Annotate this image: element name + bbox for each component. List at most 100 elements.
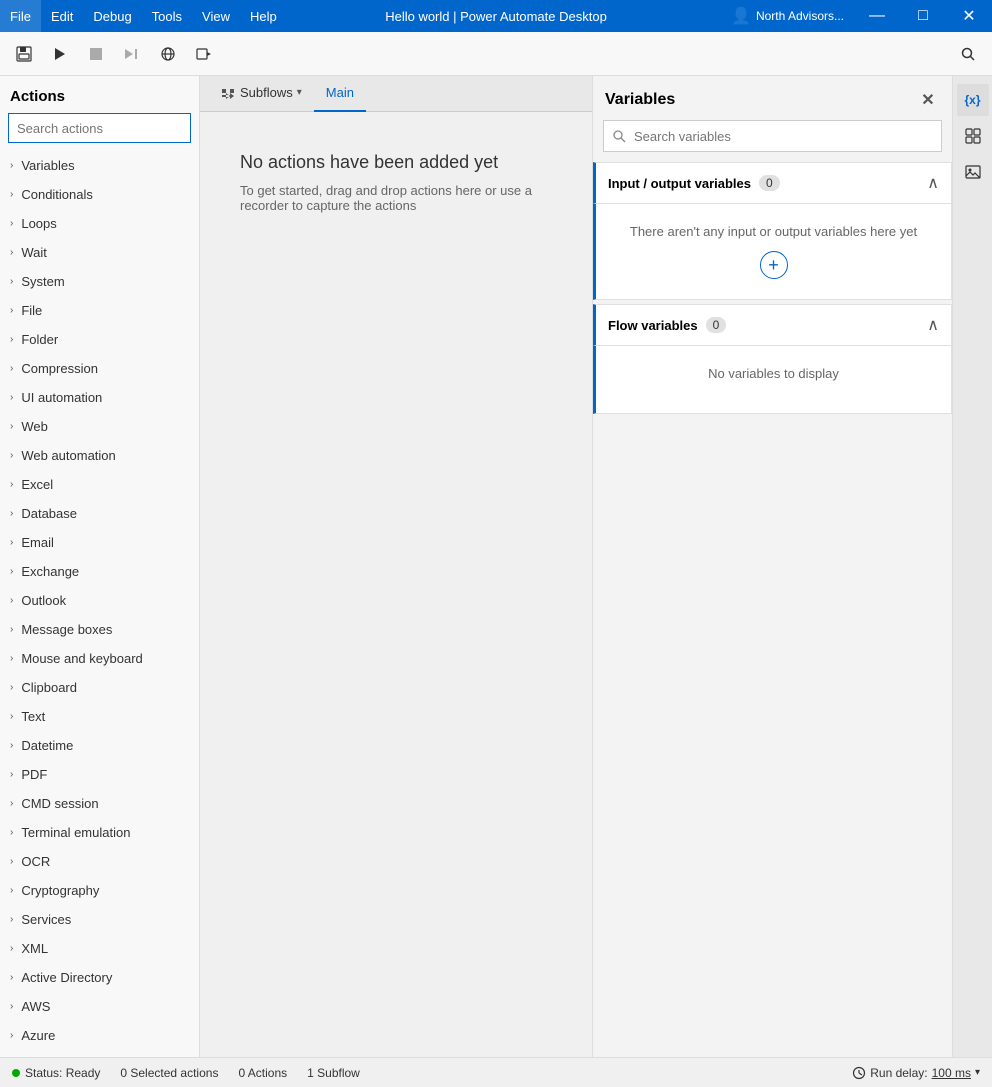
action-item-cmd-session[interactable]: ›CMD session — [0, 789, 199, 818]
action-item-mouse-keyboard[interactable]: ›Mouse and keyboard — [0, 644, 199, 673]
menu-debug[interactable]: Debug — [83, 0, 141, 32]
browser-extensions-button[interactable] — [152, 38, 184, 70]
no-actions-message: No actions have been added yet To get st… — [240, 152, 552, 213]
collapse-icon: ∧ — [927, 173, 939, 193]
chevron-icon: › — [10, 856, 13, 867]
action-item-datetime[interactable]: ›Datetime — [0, 731, 199, 760]
action-item-active-directory[interactable]: ›Active Directory — [0, 963, 199, 992]
action-item-xml[interactable]: ›XML — [0, 934, 199, 963]
variables-title: Variables — [605, 91, 675, 109]
search-button[interactable] — [952, 38, 984, 70]
menu-file[interactable]: File — [0, 0, 41, 32]
main-canvas: Subflows ▾ Main No actions have been add… — [200, 76, 592, 1057]
action-item-database[interactable]: ›Database — [0, 499, 199, 528]
flow-variables-content: No variables to display — [593, 346, 952, 414]
flow-collapse-icon: ∧ — [927, 315, 939, 335]
tab-main[interactable]: Main — [314, 76, 366, 112]
next-step-button[interactable] — [116, 38, 148, 70]
chevron-icon: › — [10, 537, 13, 548]
chevron-icon: › — [10, 479, 13, 490]
action-item-ocr[interactable]: ›OCR — [0, 847, 199, 876]
status-dot — [12, 1069, 20, 1077]
variables-panel: Variables ✕ Input / output variables 0 ∧ — [592, 76, 952, 1057]
run-delay-value[interactable]: 100 ms — [932, 1066, 971, 1080]
menu-edit[interactable]: Edit — [41, 0, 83, 32]
minimize-button[interactable]: — — [854, 0, 900, 32]
chevron-icon: › — [10, 218, 13, 229]
action-item-excel[interactable]: ›Excel — [0, 470, 199, 499]
ui-elements-button[interactable] — [957, 120, 989, 152]
chevron-icon: › — [10, 1030, 13, 1041]
input-output-title: Input / output variables — [608, 176, 751, 191]
chevron-icon: › — [10, 392, 13, 403]
actions-list: ›Variables ›Conditionals ›Loops ›Wait ›S… — [0, 151, 199, 1057]
menu-tools[interactable]: Tools — [142, 0, 192, 32]
action-item-terminal-emulation[interactable]: ›Terminal emulation — [0, 818, 199, 847]
save-button[interactable] — [8, 38, 40, 70]
account-info[interactable]: 👤 North Advisors... — [721, 6, 854, 26]
chevron-icon: › — [10, 798, 13, 809]
input-output-header[interactable]: Input / output variables 0 ∧ — [593, 162, 952, 204]
action-item-web-automation[interactable]: ›Web automation — [0, 441, 199, 470]
chevron-icon: › — [10, 653, 13, 664]
chevron-icon: › — [10, 740, 13, 751]
chevron-icon: › — [10, 1001, 13, 1012]
action-item-email[interactable]: ›Email — [0, 528, 199, 557]
window-title: Hello world | Power Automate Desktop — [385, 9, 607, 24]
recorder-button[interactable] — [188, 38, 220, 70]
flow-variables-title: Flow variables — [608, 318, 698, 333]
action-item-text[interactable]: ›Text — [0, 702, 199, 731]
chevron-icon: › — [10, 711, 13, 722]
close-button[interactable]: ✕ — [946, 0, 992, 32]
action-item-cryptography[interactable]: ›Cryptography — [0, 876, 199, 905]
variables-toggle-button[interactable]: {x} — [957, 84, 989, 116]
stop-button[interactable] — [80, 38, 112, 70]
action-item-wait[interactable]: ›Wait — [0, 238, 199, 267]
action-item-loops[interactable]: ›Loops — [0, 209, 199, 238]
subflows-count-text: 1 Subflow — [307, 1066, 360, 1080]
run-delay-chevron[interactable]: ▾ — [975, 1067, 980, 1078]
action-item-system[interactable]: ›System — [0, 267, 199, 296]
flow-variables-section: Flow variables 0 ∧ No variables to displ… — [593, 304, 952, 414]
action-item-clipboard[interactable]: ›Clipboard — [0, 673, 199, 702]
menu-help[interactable]: Help — [240, 0, 287, 32]
search-icon — [612, 129, 626, 143]
action-item-conditionals[interactable]: ›Conditionals — [0, 180, 199, 209]
action-item-file[interactable]: ›File — [0, 296, 199, 325]
chevron-icon: › — [10, 334, 13, 345]
variables-search-input[interactable] — [634, 129, 933, 144]
action-item-ui-automation[interactable]: ›UI automation — [0, 383, 199, 412]
chevron-icon: › — [10, 769, 13, 780]
action-item-outlook[interactable]: ›Outlook — [0, 586, 199, 615]
action-item-message-boxes[interactable]: ›Message boxes — [0, 615, 199, 644]
variables-close-button[interactable]: ✕ — [916, 88, 940, 112]
chevron-icon: › — [10, 189, 13, 200]
action-item-folder[interactable]: ›Folder — [0, 325, 199, 354]
action-item-pdf[interactable]: ›PDF — [0, 760, 199, 789]
action-item-cognitive[interactable]: ›Cognitive — [0, 1050, 199, 1057]
chevron-icon: › — [10, 421, 13, 432]
clock-icon — [852, 1066, 866, 1080]
images-button[interactable] — [957, 156, 989, 188]
action-item-web[interactable]: ›Web — [0, 412, 199, 441]
action-item-exchange[interactable]: ›Exchange — [0, 557, 199, 586]
action-item-azure[interactable]: ›Azure — [0, 1021, 199, 1050]
menu-bar: File Edit Debug Tools View Help — [0, 0, 287, 32]
action-item-services[interactable]: ›Services — [0, 905, 199, 934]
status-text: Status: Ready — [25, 1066, 100, 1080]
run-button[interactable] — [44, 38, 76, 70]
search-input[interactable] — [8, 113, 191, 143]
maximize-button[interactable]: □ — [900, 0, 946, 32]
tab-subflows[interactable]: Subflows ▾ — [208, 76, 314, 112]
menu-view[interactable]: View — [192, 0, 240, 32]
action-item-compression[interactable]: ›Compression — [0, 354, 199, 383]
actions-title: Actions — [0, 76, 199, 113]
flow-variables-header[interactable]: Flow variables 0 ∧ — [593, 304, 952, 346]
canvas-tabs: Subflows ▾ Main — [200, 76, 592, 112]
status-ready: Status: Ready — [12, 1066, 100, 1080]
selected-actions-text: 0 Selected actions — [120, 1066, 218, 1080]
subflows-chevron: ▾ — [297, 87, 302, 98]
action-item-aws[interactable]: ›AWS — [0, 992, 199, 1021]
action-item-variables[interactable]: ›Variables — [0, 151, 199, 180]
add-input-output-button[interactable]: + — [760, 251, 788, 279]
